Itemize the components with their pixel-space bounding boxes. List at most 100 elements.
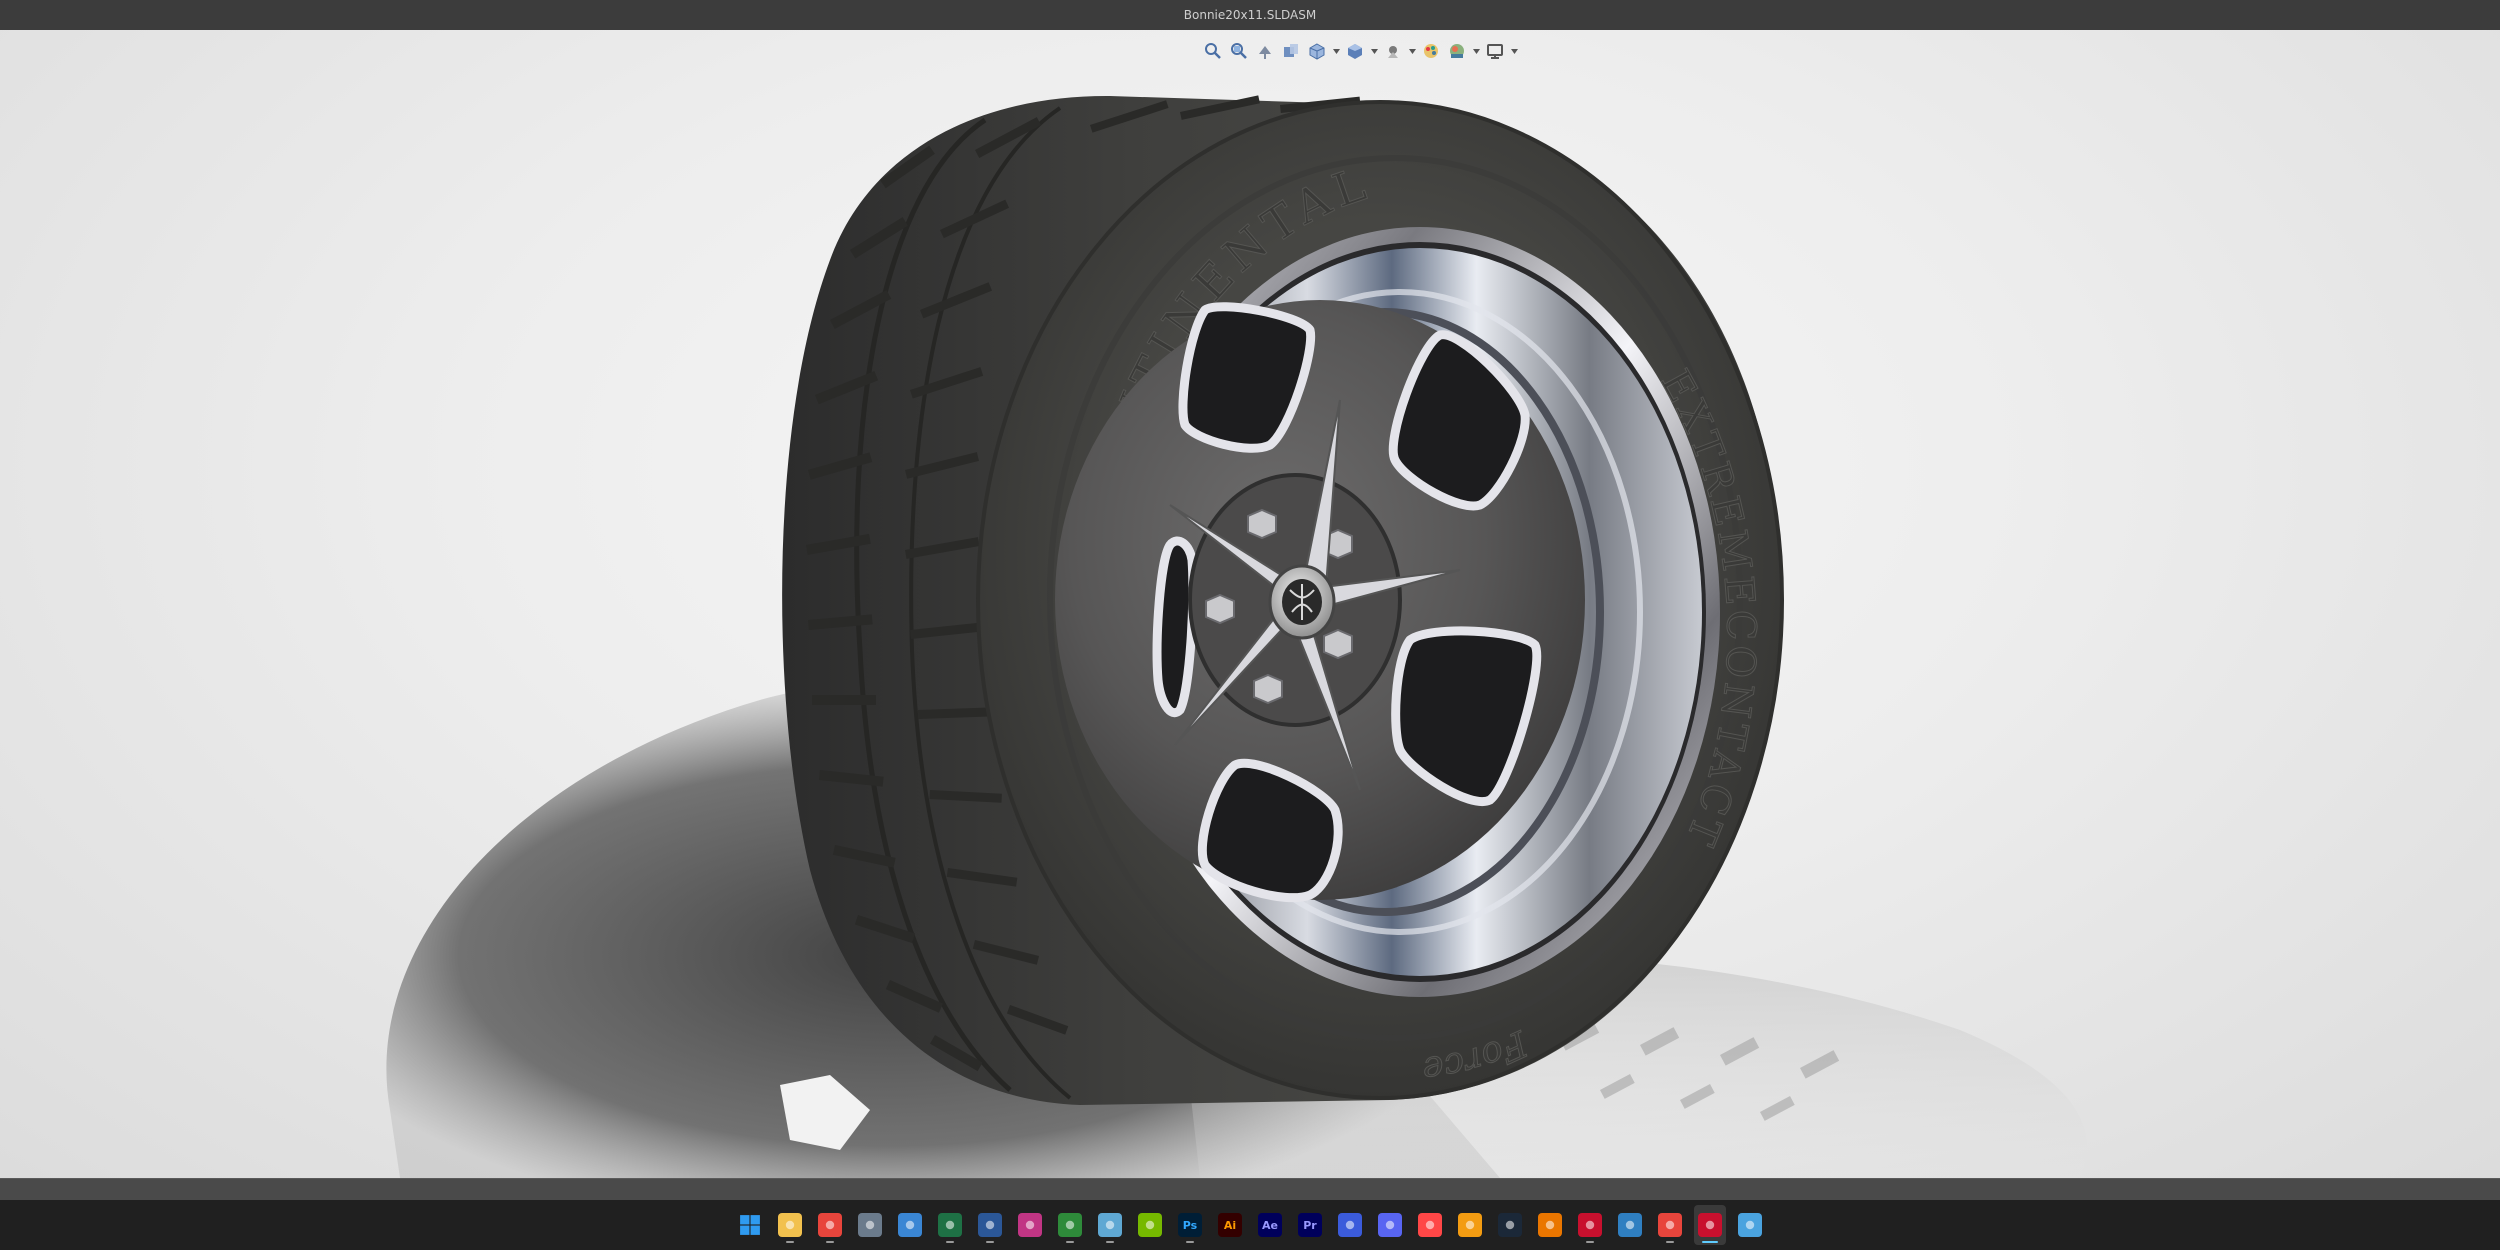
chevron-down-icon [1510, 48, 1518, 54]
taskbar-app-blender[interactable] [1534, 1205, 1566, 1245]
taskbar-app-premiere[interactable]: Pr [1294, 1205, 1326, 1245]
view-settings-button[interactable] [1484, 40, 1506, 62]
taskbar-app-instagram[interactable] [1014, 1205, 1046, 1245]
chevron-down-icon [1370, 48, 1378, 54]
taskbar-app-photoshop[interactable]: Ps [1174, 1205, 1206, 1245]
previous-view-icon [1259, 46, 1271, 59]
running-indicator [946, 1241, 954, 1243]
hide-show-items-dropdown[interactable] [1408, 40, 1416, 62]
running-indicator [1702, 1241, 1718, 1243]
fusion-icon [1458, 1213, 1482, 1237]
previous-view-button[interactable] [1254, 40, 1276, 62]
file-explorer-icon [778, 1213, 802, 1237]
taskbar-app-store[interactable] [894, 1205, 926, 1245]
zoom-to-fit-icon [1205, 43, 1221, 59]
view-orientation-icon [1309, 43, 1325, 60]
taskbar-app-steam[interactable] [1494, 1205, 1526, 1245]
wheel-window-left [1152, 536, 1198, 717]
running-indicator [986, 1241, 994, 1243]
taskbar-app-notepad[interactable] [1094, 1205, 1126, 1245]
tasks-icon [1338, 1213, 1362, 1237]
taskbar-app-excel[interactable] [934, 1205, 966, 1245]
notepad-icon [1098, 1213, 1122, 1237]
display-style-dropdown[interactable] [1370, 40, 1378, 62]
taskbar-app-fusion[interactable] [1454, 1205, 1486, 1245]
steam-icon [1498, 1213, 1522, 1237]
sketchup-icon [1618, 1213, 1642, 1237]
nvidia-icon [1138, 1213, 1162, 1237]
store-icon [898, 1213, 922, 1237]
chevron-down-icon [1332, 48, 1340, 54]
taskbar-app-solidworks[interactable] [1694, 1205, 1726, 1245]
notes-icon [1738, 1213, 1762, 1237]
taskbar-app-xbox[interactable] [1054, 1205, 1086, 1245]
after-effects-icon: Ae [1258, 1213, 1282, 1237]
running-indicator [1186, 1241, 1194, 1243]
lug-nut [1247, 508, 1277, 540]
lug-nut [1253, 673, 1283, 705]
chevron-down-icon [1408, 48, 1416, 54]
taskbar-app-nvidia[interactable] [1134, 1205, 1166, 1245]
taskbar-app-word[interactable] [974, 1205, 1006, 1245]
zoom-to-area-button[interactable] [1228, 40, 1250, 62]
chrome-icon [818, 1213, 842, 1237]
taskbar-app-chrome[interactable] [814, 1205, 846, 1245]
chevron-down-icon [1472, 48, 1480, 54]
taskbar-app-after-effects[interactable]: Ae [1254, 1205, 1286, 1245]
blender-icon [1538, 1213, 1562, 1237]
section-view-icon [1284, 44, 1298, 57]
lug-nut [1205, 593, 1235, 625]
premiere-icon: Pr [1298, 1213, 1322, 1237]
windows-taskbar: Ps Ai Ae Pr [0, 1200, 2500, 1250]
window-title: Bonnie20x11.SLDASM [1183, 8, 1317, 22]
apply-scene-button[interactable] [1446, 40, 1468, 62]
view-settings-dropdown[interactable] [1510, 40, 1518, 62]
taskbar-app-chrome[interactable] [1654, 1205, 1686, 1245]
heads-up-view-toolbar [1202, 36, 1518, 66]
edit-appearance-icon [1424, 44, 1438, 58]
edit-appearance-button[interactable] [1420, 40, 1442, 62]
instagram-icon [1018, 1213, 1042, 1237]
lug-nut [1323, 628, 1353, 660]
graphics-area[interactable]: CONTINENTAL EXTREMECONTACT Force [0, 30, 2500, 1178]
xbox-icon [1058, 1213, 1082, 1237]
apply-scene-dropdown[interactable] [1472, 40, 1480, 62]
hide-show-items-button[interactable] [1382, 40, 1404, 62]
chrome-icon [1658, 1213, 1682, 1237]
display-style-button[interactable] [1344, 40, 1366, 62]
wheel-assembly-model[interactable]: CONTINENTAL EXTREMECONTACT Force [0, 30, 2500, 1178]
title-bar: Bonnie20x11.SLDASM [0, 0, 2500, 30]
taskbar-app-discord[interactable] [1374, 1205, 1406, 1245]
taskbar-app-tasks[interactable] [1334, 1205, 1366, 1245]
running-indicator [1586, 1241, 1594, 1243]
taskbar-app-calculator[interactable] [854, 1205, 886, 1245]
taskbar-app-notes[interactable] [1734, 1205, 1766, 1245]
running-indicator [1106, 1241, 1114, 1243]
taskbar-app-sketchup[interactable] [1614, 1205, 1646, 1245]
view-orientation-dropdown[interactable] [1332, 40, 1340, 62]
status-bar [0, 1178, 2500, 1201]
taskbar-app-solidworks[interactable] [1574, 1205, 1606, 1245]
hide-show-items-icon [1388, 46, 1398, 58]
taskbar-app-illustrator[interactable]: Ai [1214, 1205, 1246, 1245]
windows-logo-icon [740, 1215, 760, 1235]
zoom-to-fit-button[interactable] [1202, 40, 1224, 62]
solidworks-icon [1578, 1213, 1602, 1237]
word-icon [978, 1213, 1002, 1237]
taskbar-app-file-explorer[interactable] [774, 1205, 806, 1245]
view-settings-icon [1487, 44, 1503, 59]
ea-icon [1418, 1213, 1442, 1237]
running-indicator [1066, 1241, 1074, 1243]
view-orientation-button[interactable] [1306, 40, 1328, 62]
taskbar-apps: Ps Ai Ae Pr [734, 1205, 1766, 1245]
calculator-icon [858, 1213, 882, 1237]
photoshop-icon: Ps [1178, 1213, 1202, 1237]
running-indicator [786, 1241, 794, 1243]
taskbar-app-start[interactable] [734, 1205, 766, 1245]
running-indicator [1666, 1241, 1674, 1243]
section-view-button[interactable] [1280, 40, 1302, 62]
apply-scene-icon [1450, 44, 1464, 58]
running-indicator [826, 1241, 834, 1243]
taskbar-app-ea[interactable] [1414, 1205, 1446, 1245]
illustrator-icon: Ai [1218, 1213, 1242, 1237]
